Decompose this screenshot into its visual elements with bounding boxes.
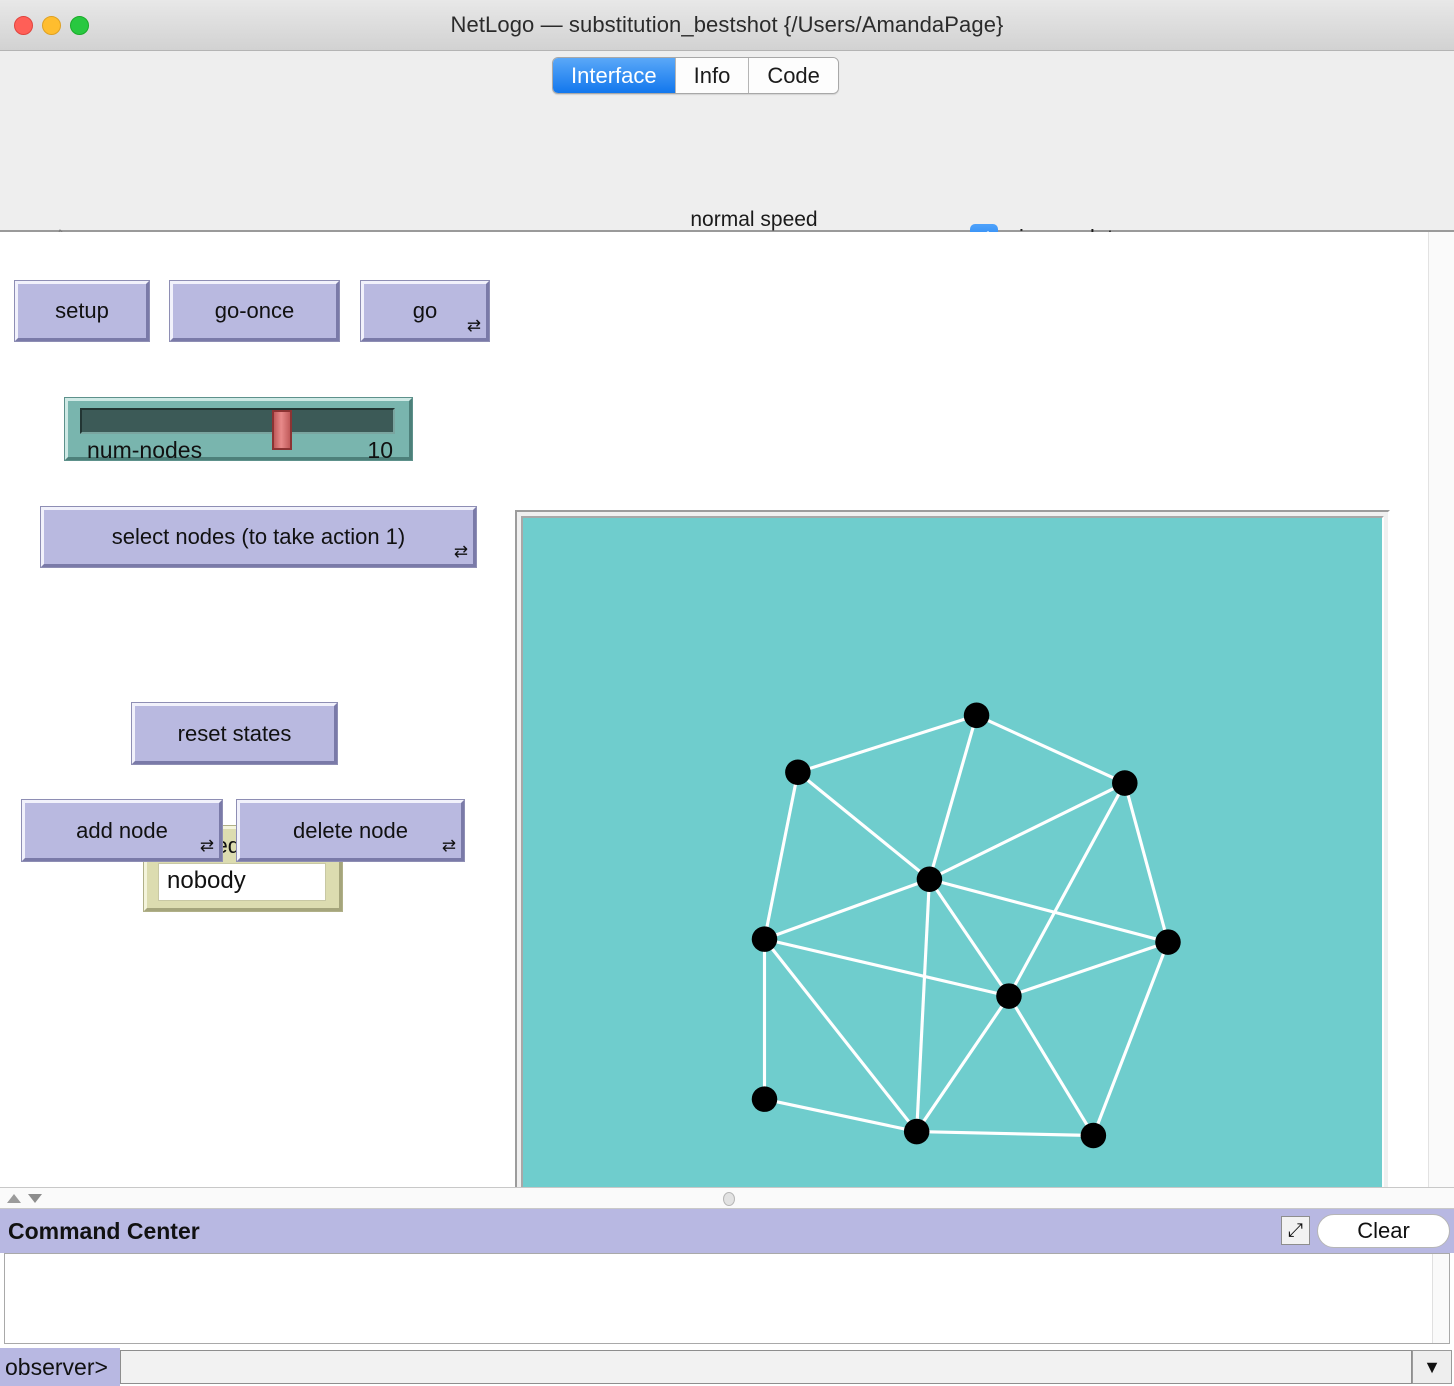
- num-nodes-slider-widget[interactable]: num-nodes 10: [65, 398, 412, 460]
- graph-node[interactable]: [1112, 770, 1138, 796]
- tab-group: Interface Info Code: [552, 57, 839, 94]
- tab-info[interactable]: Info: [676, 58, 750, 93]
- selected-node-monitor-value-box: nobody: [158, 863, 326, 901]
- graph-node[interactable]: [917, 867, 943, 893]
- graph-edge: [1009, 996, 1093, 1135]
- window-controls: [14, 16, 89, 35]
- selected-node-monitor-value: nobody: [167, 867, 246, 895]
- add-node-button[interactable]: add node ⇄: [22, 800, 222, 861]
- graph-edge: [917, 879, 930, 1131]
- command-input[interactable]: [120, 1350, 1412, 1384]
- graph-node[interactable]: [752, 926, 778, 952]
- command-history-dropdown[interactable]: ▼: [1412, 1350, 1452, 1384]
- graph-edge: [765, 772, 798, 939]
- go-once-button[interactable]: go-once: [170, 281, 339, 341]
- graph-nodes: [752, 703, 1181, 1149]
- command-center-output[interactable]: [4, 1253, 1450, 1344]
- setup-button[interactable]: setup: [15, 281, 149, 341]
- go-button[interactable]: go ⇄: [361, 281, 489, 341]
- interface-vertical-scrollbar[interactable]: [1428, 232, 1454, 1187]
- graph-edge: [798, 772, 930, 879]
- select-nodes-button-label: select nodes (to take action 1): [112, 524, 406, 550]
- expand-icon[interactable]: ⤢: [1281, 1216, 1310, 1245]
- command-center-title: Command Center: [0, 1218, 200, 1245]
- close-button[interactable]: [14, 16, 33, 35]
- command-center: Command Center ⤢ Clear observer> ▼: [0, 1209, 1454, 1386]
- tab-bar: Interface Info Code: [0, 51, 1454, 98]
- num-nodes-slider-value: 10: [367, 437, 393, 464]
- interface-canvas: setup go-once go ⇄ num-nodes 10 select n…: [0, 232, 1454, 1187]
- graph-node[interactable]: [904, 1119, 930, 1145]
- minimize-button[interactable]: [42, 16, 61, 35]
- graph-node[interactable]: [996, 983, 1022, 1009]
- collapse-down-icon[interactable]: [28, 1194, 42, 1203]
- go-once-button-label: go-once: [215, 298, 295, 324]
- graph-edge: [765, 879, 930, 939]
- window-title-bar: NetLogo — substitution_bestshot {/Users/…: [0, 0, 1454, 51]
- tab-code[interactable]: Code: [749, 58, 838, 93]
- setup-button-label: setup: [55, 298, 109, 324]
- toolbar: Edit Delete Add abc Button normal speed: [0, 98, 1454, 232]
- forever-icon: ⇄: [454, 544, 468, 561]
- select-nodes-button[interactable]: select nodes (to take action 1) ⇄: [41, 507, 476, 567]
- num-nodes-slider-track[interactable]: [80, 408, 395, 434]
- graph-edge: [917, 996, 1009, 1131]
- delete-node-button-label: delete node: [293, 818, 408, 844]
- graph-node[interactable]: [752, 1086, 778, 1112]
- graph-edge: [1093, 942, 1168, 1135]
- graph-node[interactable]: [785, 760, 811, 786]
- go-button-label: go: [413, 298, 437, 324]
- graph-node[interactable]: [1081, 1123, 1107, 1149]
- num-nodes-slider-label: num-nodes: [87, 437, 202, 464]
- graph-node[interactable]: [964, 703, 990, 729]
- forever-icon: ⇄: [442, 838, 456, 855]
- num-nodes-slider-thumb[interactable]: [272, 410, 292, 450]
- add-node-button-label: add node: [76, 818, 168, 844]
- forever-icon: ⇄: [467, 318, 481, 335]
- window-title: NetLogo — substitution_bestshot {/Users/…: [0, 12, 1454, 38]
- graph-edge: [917, 1132, 1094, 1136]
- zoom-button[interactable]: [70, 16, 89, 35]
- clear-button[interactable]: Clear: [1317, 1214, 1450, 1248]
- command-center-header: Command Center ⤢ Clear: [0, 1209, 1454, 1253]
- collapse-up-icon[interactable]: [7, 1194, 21, 1203]
- reset-states-button[interactable]: reset states: [132, 703, 337, 764]
- graph-edges: [765, 715, 1168, 1135]
- observer-prompt: observer>: [0, 1348, 120, 1386]
- graph-node[interactable]: [1155, 929, 1181, 955]
- graph-edge: [798, 715, 977, 772]
- graph-edge: [1125, 783, 1168, 942]
- command-center-splitter[interactable]: [0, 1187, 1454, 1209]
- tab-interface[interactable]: Interface: [553, 58, 676, 93]
- graph-edge: [929, 783, 1124, 879]
- command-center-output-scrollbar[interactable]: [1432, 1254, 1449, 1343]
- delete-node-button[interactable]: delete node ⇄: [237, 800, 464, 861]
- splitter-grip[interactable]: [723, 1192, 735, 1206]
- speed-label: normal speed: [600, 208, 908, 232]
- graph-edge: [929, 715, 976, 879]
- forever-icon: ⇄: [200, 838, 214, 855]
- command-center-input-row: observer> ▼: [0, 1348, 1454, 1386]
- graph-edge: [977, 715, 1125, 783]
- reset-states-button-label: reset states: [178, 721, 292, 747]
